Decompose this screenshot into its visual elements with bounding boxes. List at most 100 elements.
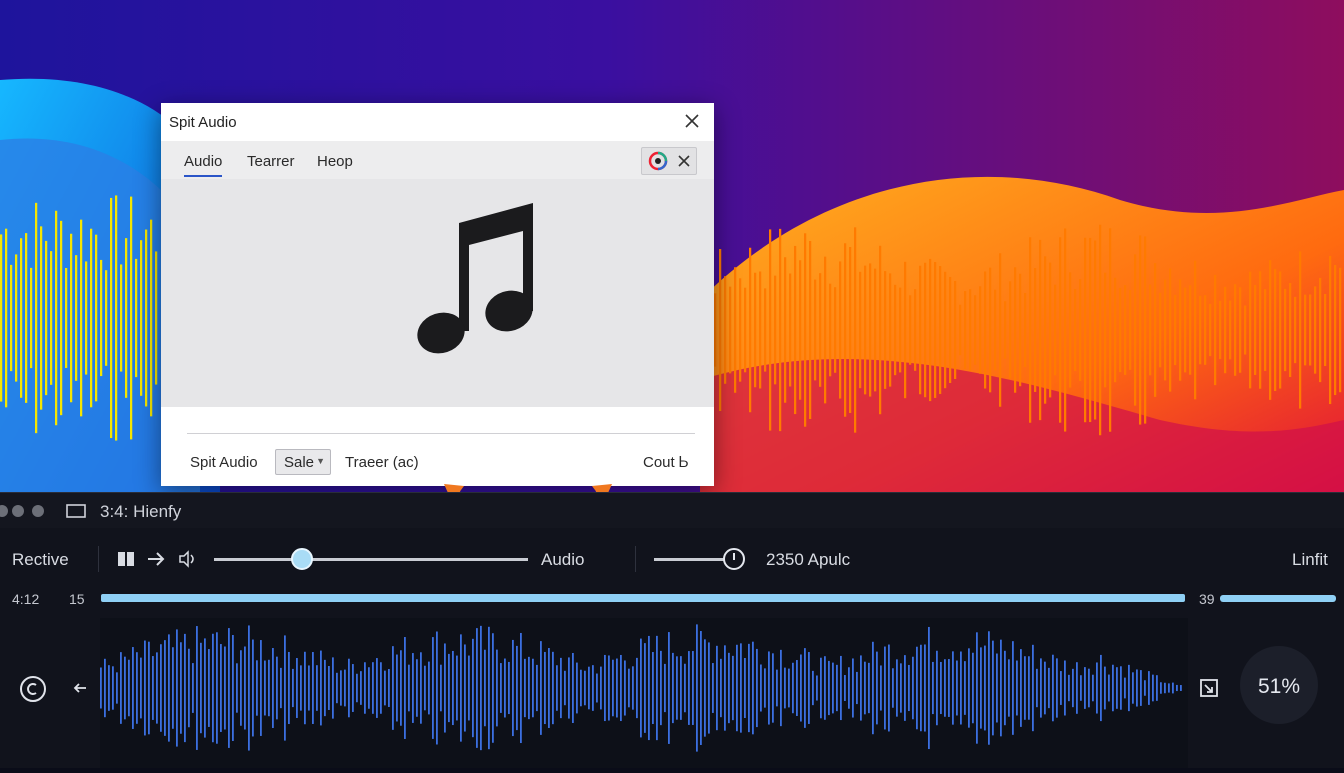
waveform-bar <box>476 628 478 748</box>
waveform-bar <box>854 227 857 433</box>
waveform-bar <box>1060 671 1062 705</box>
waveform-bar <box>904 261 907 399</box>
volume-knob-icon[interactable] <box>722 547 746 571</box>
waveform-bar <box>680 656 682 720</box>
waveform-bar <box>408 664 410 712</box>
waveform-bar <box>1156 675 1158 701</box>
waveform-bar <box>420 652 422 724</box>
tab-heop[interactable]: Heop <box>317 153 353 170</box>
waveform-bar <box>788 668 790 708</box>
waveform-bar <box>809 240 812 420</box>
waveform-bar <box>636 657 638 719</box>
dialog-tab-bar: Audio Tearrer Heop <box>161 141 714 179</box>
loop-icon[interactable] <box>18 674 48 704</box>
waveform-bar <box>664 663 666 713</box>
waveform-bar <box>532 658 534 718</box>
waveform-bar <box>105 270 108 366</box>
waveform-bar <box>340 670 342 706</box>
waveform-bar <box>994 289 997 371</box>
waveform-bar <box>888 644 890 732</box>
waveform-bar <box>1132 672 1134 704</box>
waveform-bar <box>899 287 902 373</box>
waveform-bar <box>544 651 546 725</box>
waveform-bar <box>676 656 678 720</box>
waveform-bar <box>320 650 322 726</box>
waveform-bar <box>1154 263 1157 397</box>
waveform-bar <box>1139 235 1142 425</box>
waveform-bar <box>212 633 214 743</box>
waveform-bar <box>436 631 438 745</box>
export-icon[interactable] <box>1198 677 1220 699</box>
waveform-bar <box>192 663 194 713</box>
waveform-bar <box>556 665 558 711</box>
waveform-bar <box>232 635 234 741</box>
waveform-bar <box>1239 287 1242 373</box>
waveform-bar <box>1028 656 1030 720</box>
waveform-bar <box>948 659 950 717</box>
waveform-bar <box>924 644 926 732</box>
waveform-bar <box>1008 659 1010 717</box>
waveform-bar <box>376 658 378 718</box>
window-dot-maximize[interactable] <box>32 505 44 517</box>
waveform-bar <box>208 649 210 727</box>
waveform-bar <box>1104 272 1107 388</box>
window-icon <box>66 504 86 518</box>
waveform-bar <box>488 626 490 750</box>
waveform-bar <box>240 650 242 726</box>
waveform-bar <box>1049 262 1052 398</box>
percent-indicator: 51% <box>1240 646 1318 724</box>
waveform-bar <box>412 653 414 723</box>
waveform-bar <box>292 668 294 708</box>
tab-audio[interactable]: Audio <box>184 153 223 177</box>
waveform-bar <box>25 233 28 403</box>
waveform-bar <box>949 276 952 384</box>
tab-tearrer[interactable]: Tearrer <box>247 153 295 170</box>
waveform-bar <box>236 663 238 713</box>
close-tab-icon[interactable] <box>676 153 692 169</box>
seek-slider-track[interactable] <box>214 558 528 561</box>
seek-slider-thumb[interactable] <box>290 548 313 570</box>
waveform-bar <box>1124 285 1127 375</box>
back-arrow-icon[interactable] <box>72 680 88 696</box>
waveform-bar <box>130 196 133 440</box>
window-dot-close[interactable] <box>0 505 8 517</box>
format-select[interactable]: Sale ▼ <box>275 449 331 475</box>
waveform-bar <box>884 646 886 730</box>
waveform-bar <box>110 197 113 439</box>
waveform-bar <box>508 661 510 715</box>
waveform-bar <box>796 660 798 716</box>
waveform-bar <box>884 271 887 389</box>
close-icon[interactable] <box>680 109 704 133</box>
speaker-icon[interactable] <box>176 550 198 568</box>
waveform-bar <box>644 643 646 733</box>
waveform-bar <box>976 632 978 744</box>
arrow-right-icon[interactable] <box>146 550 166 568</box>
waveform-bar <box>1044 661 1046 715</box>
waveform-bar <box>188 648 190 728</box>
waveform-bar <box>860 655 862 721</box>
waveform-bar <box>1179 279 1182 381</box>
waveform-bar <box>1189 285 1192 375</box>
waveform-bar <box>65 268 68 368</box>
main-waveform-area[interactable] <box>100 618 1188 768</box>
waveform-bar <box>55 210 58 426</box>
progress-track[interactable] <box>101 594 1185 602</box>
waveform-bar <box>248 625 250 751</box>
waveform-bar <box>1069 272 1072 388</box>
waveform-bar <box>1108 674 1110 702</box>
waveform-bar <box>929 258 932 402</box>
waveform-bar <box>794 245 797 415</box>
stop-icon[interactable] <box>116 550 136 568</box>
waveform-bar <box>969 289 972 371</box>
window-dot-minimize[interactable] <box>12 505 24 517</box>
waveform-bar <box>954 280 957 380</box>
color-wheel-icon[interactable] <box>648 151 668 171</box>
waveform-bar <box>944 271 947 389</box>
limit-label[interactable]: Linfit <box>1292 550 1328 570</box>
waveform-bar <box>1032 644 1034 732</box>
waveform-bar <box>396 654 398 722</box>
waveform-bar <box>256 660 258 716</box>
rective-label[interactable]: Rective <box>12 550 69 570</box>
waveform-bar <box>916 646 918 730</box>
waveform-bar <box>748 643 750 733</box>
